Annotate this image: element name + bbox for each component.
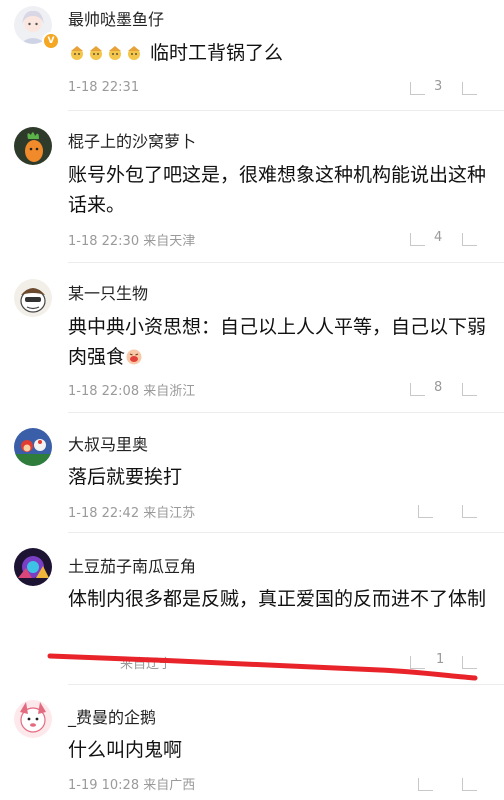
comment-text: 什么叫内鬼啊: [68, 739, 183, 761]
comment-location: 来自江苏: [143, 506, 196, 521]
comment-location: 来自浙江: [143, 384, 196, 399]
comment-meta: 1-18 22:30 来自天津: [68, 230, 195, 249]
commenter-name[interactable]: _费曼的企鹅: [68, 704, 156, 728]
divider: [68, 110, 504, 111]
like-icon[interactable]: [462, 505, 477, 518]
comment-text: 落后就要挨打: [68, 466, 183, 488]
comment-time: 1-18 22:30: [68, 234, 140, 249]
commenter-name[interactable]: 棍子上的沙窝萝卜: [68, 128, 196, 152]
like-icon[interactable]: [462, 233, 477, 246]
cartoon-creature-avatar-icon[interactable]: [14, 279, 52, 317]
comment-reply-icon[interactable]: [410, 383, 425, 396]
comment-location: 来自天津: [143, 234, 196, 249]
commenter-name[interactable]: 某一只生物: [68, 280, 148, 304]
comment-text: 体制内很多都是反贼，真正爱国的反而进不了体制: [68, 588, 487, 610]
comment-location: 来自辽宁: [120, 657, 173, 672]
comment-text: 典中典小资思想：自己以上人人平等，自己以下弱肉强食: [68, 312, 488, 372]
comment-time: 1-18 22:08: [68, 384, 140, 399]
penguin-avatar-icon[interactable]: [14, 700, 52, 738]
verified-badge-icon: V: [42, 32, 60, 50]
reply-count: 1: [436, 652, 445, 667]
like-icon[interactable]: [462, 778, 477, 791]
comment-reply-icon[interactable]: [410, 656, 425, 669]
craftsman-emoji-icon: [68, 42, 150, 64]
radish-avatar-icon[interactable]: [14, 127, 52, 165]
comment-meta: 1-18 22:42 来自江苏: [68, 502, 195, 521]
divider: [68, 684, 504, 685]
mario-avatar-icon[interactable]: [14, 428, 52, 466]
commenter-name[interactable]: 最帅哒墨鱼仔: [68, 6, 164, 30]
commenter-name[interactable]: 大叔马里奥: [68, 431, 148, 455]
like-icon[interactable]: [462, 656, 477, 669]
reply-count: 4: [434, 230, 443, 245]
game-art-avatar-icon[interactable]: [14, 548, 52, 586]
divider: [68, 262, 504, 263]
comment-reply-icon[interactable]: [418, 505, 433, 518]
reply-count: 8: [434, 380, 443, 395]
divider: [68, 412, 504, 413]
comment-time: 1-18 22:31: [68, 80, 140, 95]
comment-meta: 来自辽宁: [120, 653, 172, 672]
comment-time: 1-18 22:42: [68, 506, 140, 521]
comment-reply-icon[interactable]: [410, 233, 425, 246]
red-underline-annotation: [47, 653, 478, 681]
comment-meta: 1-19 10:28 来自广西: [68, 774, 195, 793]
divider: [68, 532, 504, 533]
reply-count: 3: [434, 79, 443, 94]
comment-meta: 1-18 22:08 来自浙江: [68, 380, 195, 399]
commenter-name[interactable]: 土豆茄子南瓜豆角: [68, 553, 196, 577]
like-icon[interactable]: [462, 383, 477, 396]
comment-time: 1-19 10:28: [68, 778, 140, 793]
comment-location: 来自广西: [143, 778, 196, 793]
comment-text: 账号外包了吧这是，很难想象这种机构能说出这种话来。: [68, 164, 487, 216]
like-icon[interactable]: [462, 82, 477, 95]
comment-reply-icon[interactable]: [418, 778, 433, 791]
comment-reply-icon[interactable]: [410, 82, 425, 95]
drooling-face-emoji-icon: [125, 346, 144, 368]
comment-text: 临时工背锅了么: [68, 38, 488, 68]
comment-text-body: 临时工背锅了么: [150, 42, 284, 64]
